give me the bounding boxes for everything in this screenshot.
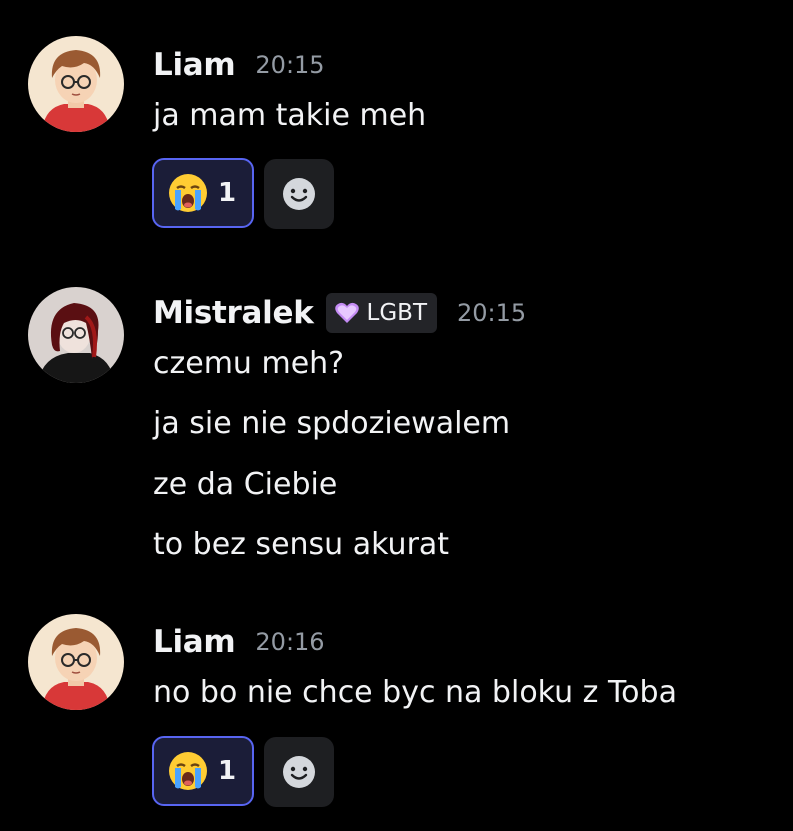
message-text: ja sie nie spdoziewalem	[153, 406, 511, 441]
loudly-crying-face-icon	[169, 752, 207, 790]
message-header: Liam 20:15	[153, 45, 325, 85]
purple-heart-icon	[334, 302, 359, 323]
reaction-button[interactable]: 1	[152, 158, 254, 228]
avatar-liam[interactable]	[28, 614, 124, 710]
author-name[interactable]: Mistralek	[153, 293, 314, 333]
message-text: ze da Ciebie	[153, 467, 338, 502]
author-name[interactable]: Liam	[153, 622, 236, 662]
timestamp: 20:15	[457, 299, 527, 327]
message-header: Liam 20:16	[153, 622, 325, 662]
add-reaction-button[interactable]	[264, 159, 334, 229]
message-text: no bo nie chce byc na bloku z Toba	[153, 675, 677, 710]
server-tag[interactable]: LGBT	[325, 293, 437, 333]
message-text: to bez sensu akurat	[153, 527, 450, 562]
author-name[interactable]: Liam	[153, 45, 236, 85]
smiley-icon	[283, 178, 315, 210]
message-text: ja mam takie meh	[153, 98, 427, 133]
reaction-count: 1	[218, 756, 237, 786]
timestamp: 20:16	[255, 628, 325, 656]
reaction-button[interactable]: 1	[152, 736, 254, 806]
smiley-icon	[283, 756, 315, 788]
server-tag-label: LGBT	[366, 300, 427, 326]
timestamp: 20:15	[255, 51, 325, 79]
message-text: czemu meh?	[153, 346, 345, 381]
avatar-mistralek[interactable]	[28, 287, 124, 383]
avatar-liam[interactable]	[28, 36, 124, 132]
reaction-count: 1	[218, 178, 237, 208]
message-header: Mistralek LGBT 20:15	[153, 293, 526, 333]
loudly-crying-face-icon	[169, 174, 207, 212]
add-reaction-button[interactable]	[264, 737, 334, 807]
